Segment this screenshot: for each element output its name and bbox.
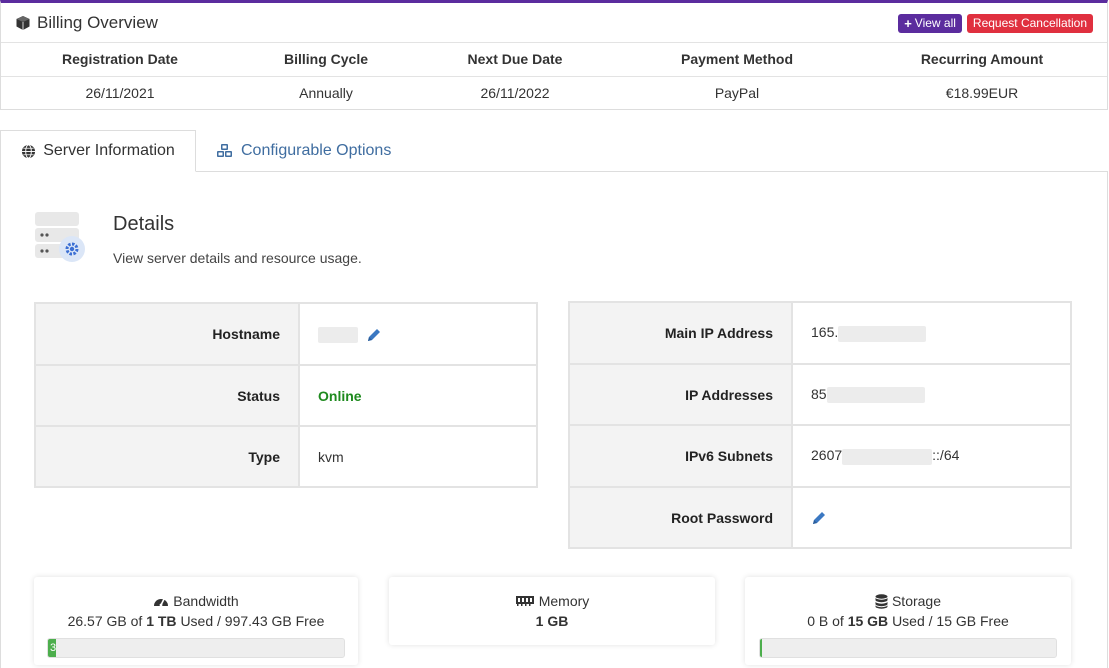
bandwidth-of: of bbox=[130, 613, 143, 629]
root-password-label: Root Password bbox=[568, 486, 793, 549]
root-password-value bbox=[791, 486, 1072, 549]
plus-icon: + bbox=[904, 16, 912, 31]
recurring-amount-value: €18.99EUR bbox=[945, 84, 1019, 101]
server-settings-icon bbox=[35, 212, 85, 262]
status-label: Status bbox=[34, 364, 300, 427]
bandwidth-title: Bandwidth bbox=[34, 593, 358, 609]
storage-card: Storage 0 B of 15 GB Used / 15 GB Free bbox=[745, 577, 1071, 665]
storage-usage-text: 0 B of 15 GB Used / 15 GB Free bbox=[745, 613, 1071, 629]
bandwidth-title-text: Bandwidth bbox=[173, 593, 239, 609]
next-due-date-value: 26/11/2022 bbox=[480, 84, 550, 101]
ip-addresses-text: 85 bbox=[811, 385, 827, 402]
billing-overview-panel: Billing Overview + View all Request Canc… bbox=[0, 0, 1108, 110]
status-badge: Online bbox=[318, 387, 362, 404]
tab-bar: Server Information Configurable Options bbox=[0, 130, 1108, 172]
status-value: Online bbox=[298, 364, 538, 427]
hostname-value bbox=[298, 302, 538, 366]
billing-cycle-value: Annually bbox=[299, 84, 353, 101]
cube-icon bbox=[16, 15, 30, 30]
bandwidth-card: Bandwidth 26.57 GB of 1 TB Used / 997.43… bbox=[34, 577, 358, 665]
main-ip-text: 165. bbox=[811, 324, 839, 341]
memory-title-text: Memory bbox=[538, 593, 590, 609]
col-payment-method: Payment Method bbox=[617, 43, 857, 77]
table-row: Hostname bbox=[34, 302, 538, 366]
billing-table: Registration Date Billing Cycle Next Due… bbox=[1, 43, 1107, 109]
bandwidth-progress-bar: 3 bbox=[47, 638, 345, 658]
memory-card: Memory 1 GB bbox=[389, 577, 715, 645]
ip-addresses-redacted bbox=[826, 387, 925, 404]
details-subtitle: View server details and resource usage. bbox=[113, 250, 362, 266]
billing-table-row: 26/11/2021 Annually 26/11/2022 PayPal €1… bbox=[1, 76, 1107, 109]
globe-icon bbox=[22, 143, 36, 159]
storage-of: of bbox=[832, 613, 844, 629]
view-all-label: View all bbox=[914, 16, 956, 30]
bandwidth-usage-text: 26.57 GB of 1 TB Used / 997.43 GB Free bbox=[34, 613, 358, 629]
ipv6-subnets-value: 2607::/64 bbox=[791, 424, 1072, 488]
type-value: kvm bbox=[298, 425, 538, 488]
memory-value: 1 GB bbox=[389, 613, 715, 629]
storage-progress-fill bbox=[760, 639, 762, 657]
tab-configurable-options-label: Configurable Options bbox=[241, 142, 392, 159]
storage-rest: Used / 15 GB Free bbox=[892, 613, 1009, 629]
tab-server-information[interactable]: Server Information bbox=[0, 130, 196, 172]
view-all-button[interactable]: + View all bbox=[898, 14, 962, 33]
ipv6-subnets-label: IPv6 Subnets bbox=[568, 424, 793, 488]
payment-method-value: PayPal bbox=[714, 84, 760, 101]
ipv6-redacted bbox=[842, 448, 933, 465]
col-billing-cycle: Billing Cycle bbox=[239, 43, 413, 77]
billing-title-text: Billing Overview bbox=[37, 12, 158, 32]
tab-configurable-options[interactable]: Configurable Options bbox=[196, 130, 407, 172]
table-row: IP Addresses 85 bbox=[568, 363, 1072, 426]
storage-total: 15 GB bbox=[847, 613, 889, 629]
main-ip-value: 165. bbox=[791, 301, 1072, 365]
database-icon bbox=[875, 593, 888, 609]
main-ip-redacted bbox=[838, 325, 927, 342]
billing-header: Billing Overview + View all Request Canc… bbox=[1, 3, 1107, 43]
cubes-icon bbox=[217, 144, 232, 157]
memory-icon bbox=[515, 596, 534, 606]
ipv6-suffix-text: ::/64 bbox=[932, 447, 960, 464]
ipv6-prefix-text: 2607 bbox=[811, 447, 843, 464]
tab-server-information-label: Server Information bbox=[43, 142, 175, 159]
table-row: Status Online bbox=[34, 364, 538, 427]
bandwidth-rest: Used / 997.43 GB Free bbox=[180, 613, 325, 629]
request-cancellation-label: Request Cancellation bbox=[972, 16, 1087, 30]
billing-title: Billing Overview bbox=[15, 13, 158, 33]
table-row: Type kvm bbox=[34, 425, 538, 488]
hostname-redacted bbox=[318, 326, 358, 343]
table-row: IPv6 Subnets 2607::/64 bbox=[568, 424, 1072, 488]
billing-actions: + View all Request Cancellation bbox=[898, 14, 1093, 33]
storage-title: Storage bbox=[745, 593, 1071, 609]
storage-progress-bar bbox=[759, 638, 1057, 658]
bandwidth-progress-fill: 3 bbox=[48, 639, 56, 657]
table-row: Root Password bbox=[568, 486, 1072, 549]
ip-addresses-value: 85 bbox=[791, 363, 1072, 426]
tachometer-icon bbox=[154, 598, 169, 607]
col-recurring-amount: Recurring Amount bbox=[857, 43, 1107, 77]
bandwidth-total: 1 TB bbox=[146, 613, 177, 629]
type-label: Type bbox=[34, 425, 300, 488]
registration-date-value: 26/11/2021 bbox=[85, 84, 155, 101]
table-row: Main IP Address 165. bbox=[568, 301, 1072, 365]
bandwidth-used: 26.57 GB bbox=[67, 613, 127, 629]
memory-title: Memory bbox=[389, 593, 715, 609]
storage-title-text: Storage bbox=[891, 593, 942, 609]
details-title: Details bbox=[113, 213, 175, 235]
pencil-icon[interactable] bbox=[366, 327, 382, 343]
memory-value-text: 1 GB bbox=[535, 613, 569, 629]
network-info-table: Main IP Address 165. IP Addresses 85 IPv… bbox=[568, 301, 1072, 549]
storage-used: 0 B bbox=[807, 613, 829, 629]
ip-addresses-label: IP Addresses bbox=[568, 363, 793, 426]
col-next-due-date: Next Due Date bbox=[413, 43, 617, 77]
request-cancellation-button[interactable]: Request Cancellation bbox=[966, 14, 1093, 33]
billing-table-header: Registration Date Billing Cycle Next Due… bbox=[1, 43, 1107, 77]
main-ip-label: Main IP Address bbox=[568, 301, 793, 365]
server-info-table: Hostname Status Online Type kvm bbox=[34, 302, 538, 488]
hostname-label: Hostname bbox=[34, 302, 300, 366]
pencil-icon[interactable] bbox=[811, 510, 827, 526]
col-registration-date: Registration Date bbox=[1, 43, 239, 77]
